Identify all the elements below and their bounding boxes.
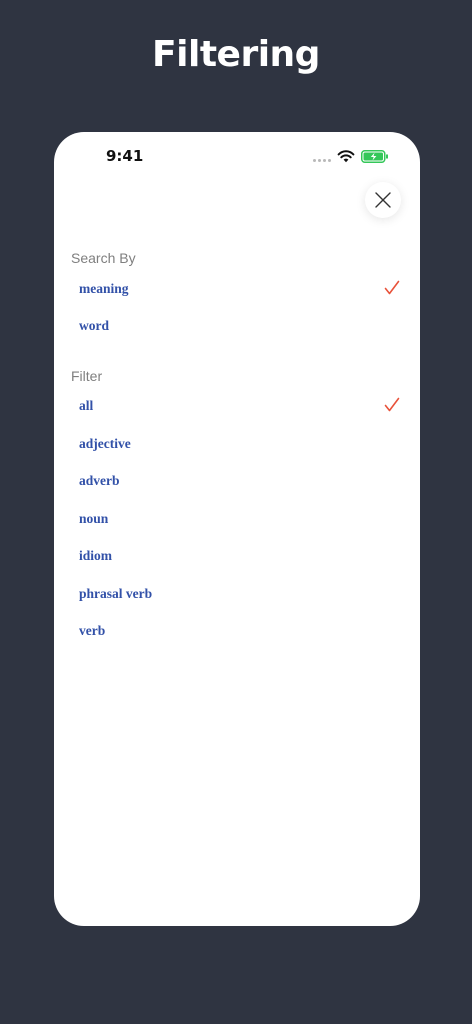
- option-label: phrasal verb: [79, 586, 153, 601]
- status-time: 9:41: [106, 147, 144, 165]
- option-label: word: [79, 318, 109, 333]
- wifi-icon: [337, 150, 355, 163]
- filter-option-phrasal-verb[interactable]: phrasal verb: [54, 577, 420, 613]
- option-label: verb: [79, 623, 106, 638]
- phone-screen: 9:41 Search By meaning word Filter all a…: [54, 132, 420, 926]
- option-label: adverb: [79, 473, 120, 488]
- page-title: Filtering: [152, 34, 320, 75]
- option-label: adjective: [79, 436, 131, 451]
- option-label: all: [79, 398, 94, 413]
- filter-option-adjective[interactable]: adjective: [54, 427, 420, 463]
- battery-charging-icon: [361, 150, 388, 163]
- option-label: idiom: [79, 548, 113, 563]
- search-by-option-word[interactable]: word: [54, 309, 420, 345]
- option-label: meaning: [79, 281, 129, 296]
- filter-option-all[interactable]: all: [54, 389, 420, 425]
- filter-option-noun[interactable]: noun: [54, 502, 420, 538]
- checkmark-icon: [384, 280, 400, 295]
- search-by-option-meaning[interactable]: meaning: [54, 272, 420, 308]
- search-by-header: Search By: [71, 250, 136, 266]
- option-label: noun: [79, 511, 109, 526]
- filter-header: Filter: [71, 368, 103, 384]
- filter-option-adverb[interactable]: adverb: [54, 464, 420, 500]
- close-button[interactable]: [365, 182, 401, 218]
- cellular-signal-icon: [313, 159, 335, 163]
- filter-option-verb[interactable]: verb: [54, 614, 420, 650]
- close-icon: [375, 192, 391, 208]
- filter-option-idiom[interactable]: idiom: [54, 539, 420, 575]
- checkmark-icon: [384, 397, 400, 412]
